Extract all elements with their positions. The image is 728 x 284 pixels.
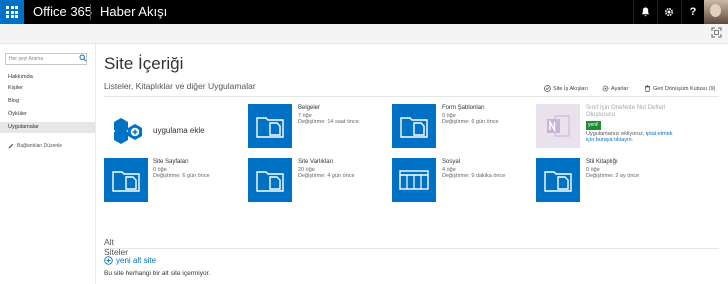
gear-icon bbox=[664, 7, 674, 17]
site-workflows-button[interactable]: Site İş Akışları bbox=[544, 85, 588, 92]
topbar-divider bbox=[90, 4, 91, 20]
document-library-icon bbox=[544, 171, 572, 192]
tile-title[interactable]: Form Şablonları bbox=[442, 105, 537, 112]
tile-title[interactable]: Belgeler bbox=[298, 105, 393, 112]
page-title: Site İçeriği bbox=[104, 54, 184, 73]
tile-form-sablonlari[interactable] bbox=[392, 104, 436, 148]
document-library-icon bbox=[256, 171, 284, 192]
tile-info-stil-kitapligi: Stil Kitaplığı 0 öğe Değiştirme: 2 ay ön… bbox=[586, 159, 681, 180]
edit-links-label: Bağlantıları Düzenle bbox=[17, 143, 63, 149]
trash-icon bbox=[645, 85, 650, 92]
section-subtitle: Listeler, Kitaplıklar ve diğer Uygulamal… bbox=[104, 81, 256, 91]
workflow-icon bbox=[544, 85, 551, 92]
tile-site-varliklari[interactable] bbox=[248, 158, 292, 202]
document-library-icon bbox=[112, 171, 140, 192]
tile-modified: Değiştirme: 6 gün önce bbox=[153, 173, 210, 179]
tile-site-sayfalari[interactable] bbox=[104, 158, 148, 202]
settings-label: Ayarlar bbox=[611, 85, 629, 92]
tile-belgeler[interactable] bbox=[248, 104, 292, 148]
add-app-icon[interactable] bbox=[113, 116, 143, 146]
tile-modified: Değiştirme: 2 ay önce bbox=[586, 173, 640, 179]
section-divider bbox=[104, 96, 719, 97]
subsites-heading: Alt Siteler bbox=[104, 237, 129, 257]
tile-title[interactable]: Site Varlıkları bbox=[298, 159, 393, 166]
settings-link[interactable]: Ayarlar bbox=[602, 85, 628, 92]
recycle-bin-button[interactable]: Geri Dönüşüm Kutusu (9) bbox=[644, 85, 715, 92]
tile-info-sosyal: Sosyal 4 öğe Değiştirme: 9 dakika önce bbox=[442, 159, 537, 180]
document-library-icon bbox=[256, 117, 284, 138]
tile-info-site-sayfalari: Site Sayfaları 0 öğe Değiştirme: 6 gün ö… bbox=[153, 159, 248, 180]
onenote-icon bbox=[547, 115, 570, 137]
app-title[interactable]: Haber Akışı bbox=[100, 4, 167, 19]
notifications-button[interactable] bbox=[633, 0, 656, 24]
pencil-icon bbox=[8, 143, 14, 149]
ribbon-bar bbox=[0, 24, 728, 44]
add-app-button[interactable]: uygulama ekle bbox=[153, 126, 205, 135]
tile-desc: Uygulamanızı ekliyoruz, bbox=[586, 130, 645, 137]
tile-info-form-sablonlari: Form Şablonları 0 öğe Değiştirme: 6 gün … bbox=[442, 105, 537, 126]
tile-sosyal[interactable] bbox=[392, 158, 436, 202]
new-subsite-label: yeni alt site bbox=[116, 256, 157, 265]
tile-onenote[interactable] bbox=[536, 104, 580, 148]
new-subsite-button[interactable]: yeni alt site bbox=[104, 256, 156, 265]
tile-info-site-varliklari: Site Varlıkları 20 öğe Değiştirme: 4 gün… bbox=[298, 159, 393, 180]
edit-links-button[interactable]: Bağlantıları Düzenle bbox=[8, 143, 62, 149]
cancel-link[interactable]: iptal bbox=[646, 131, 656, 137]
tile-modified: Değiştirme: 4 gün önce bbox=[298, 173, 355, 179]
tile-info-belgeler: Belgeler 7 öğe Değiştirme: 14 saat önce bbox=[298, 105, 393, 126]
sidebar-item-blog[interactable]: Blog bbox=[0, 96, 95, 107]
tile-title[interactable]: Sınıf İçin OneNote Not Defteri Oluşturuc… bbox=[586, 105, 682, 118]
list-icon bbox=[399, 170, 429, 190]
quick-launch: Her şeyi Arama Hakkımda Kişiler Blog Öyk… bbox=[0, 44, 96, 284]
no-subsites-message: Bu site herhangi bir alt site içermiyor. bbox=[104, 270, 211, 277]
site-workflows-label: Site İş Akışları bbox=[553, 85, 588, 92]
recycle-bin-label: Geri Dönüşüm Kutusu (9) bbox=[653, 85, 716, 92]
suite-bar: Office 365 Haber Akışı ? bbox=[0, 0, 728, 24]
tile-modified: Değiştirme: 9 dakika önce bbox=[442, 173, 506, 179]
tile-modified: Değiştirme: 14 saat önce bbox=[298, 119, 359, 125]
sidebar-item-kisiler[interactable]: Kişiler bbox=[0, 83, 95, 94]
gear-icon bbox=[602, 85, 609, 92]
subsites-divider bbox=[104, 248, 719, 249]
tile-stil-kitapligi[interactable] bbox=[536, 158, 580, 202]
search-input[interactable]: Her şeyi Arama bbox=[5, 53, 87, 65]
tile-title[interactable]: Sosyal bbox=[442, 159, 537, 166]
sidebar-item-uygulamalar[interactable]: Uygulamalar bbox=[0, 122, 95, 133]
focus-content-icon[interactable] bbox=[711, 27, 722, 38]
new-badge: yeni! bbox=[586, 121, 601, 130]
tile-title[interactable]: Stil Kitaplığı bbox=[586, 159, 681, 166]
plus-circle-icon bbox=[104, 256, 113, 265]
tile-title[interactable]: Site Sayfaları bbox=[153, 159, 248, 166]
tile-modified: Değiştirme: 6 gün önce bbox=[442, 119, 499, 125]
help-button[interactable]: ? bbox=[681, 0, 704, 24]
sidebar-item-oykuler[interactable]: Öyküler bbox=[0, 109, 95, 120]
brand-label[interactable]: Office 365 bbox=[33, 4, 92, 19]
avatar[interactable] bbox=[704, 0, 728, 24]
search-icon[interactable] bbox=[79, 54, 87, 62]
tile-info-onenote: Sınıf İçin OneNote Not Defteri Oluşturuc… bbox=[586, 105, 682, 144]
app-launcher-button[interactable] bbox=[0, 0, 24, 24]
sidebar-item-hakkimda[interactable]: Hakkımda bbox=[0, 72, 95, 83]
bell-icon bbox=[641, 7, 649, 17]
settings-button[interactable] bbox=[657, 0, 680, 24]
waffle-icon bbox=[6, 6, 18, 18]
document-library-icon bbox=[400, 117, 428, 138]
